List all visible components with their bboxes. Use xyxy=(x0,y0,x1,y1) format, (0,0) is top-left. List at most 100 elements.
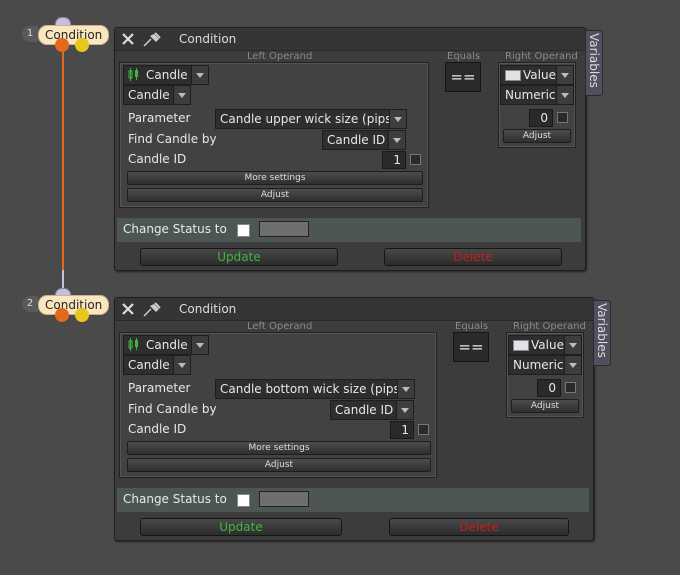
change-status-label: Change Status to xyxy=(123,492,227,506)
left-type-value: Candle xyxy=(128,358,170,372)
chevron-down-icon[interactable] xyxy=(173,356,190,374)
right-source-value: Value xyxy=(531,338,564,352)
delete-button[interactable]: Delete xyxy=(384,248,562,266)
chevron-down-icon[interactable] xyxy=(396,401,413,419)
parameter-dropdown[interactable]: Candle bottom wick size (pips) xyxy=(215,379,415,399)
candle-id-label: Candle ID xyxy=(128,422,187,436)
node-2-number: 2 xyxy=(22,296,38,312)
variables-tab[interactable]: Variables xyxy=(593,300,611,366)
panel-title: Condition xyxy=(179,32,237,46)
chevron-down-icon[interactable] xyxy=(564,356,581,374)
candle-id-label: Candle ID xyxy=(128,152,187,166)
right-value-checkbox[interactable] xyxy=(557,112,568,123)
candle-id-checkbox[interactable] xyxy=(418,424,429,435)
chevron-down-icon[interactable] xyxy=(397,380,414,398)
find-candle-label: Find Candle by xyxy=(128,402,217,416)
left-source-value: Candle xyxy=(146,338,188,352)
candle-icon xyxy=(128,338,138,351)
connector-line xyxy=(62,40,64,294)
left-source-value: Candle xyxy=(146,68,188,82)
parameter-label: Parameter xyxy=(128,111,191,125)
chevron-down-icon[interactable] xyxy=(388,131,405,149)
change-status-checkbox[interactable] xyxy=(237,224,250,237)
panel-2-titlebar[interactable]: Condition xyxy=(115,298,593,321)
variables-tab-label: Variables xyxy=(595,303,609,358)
value-icon xyxy=(505,70,521,81)
chevron-down-icon[interactable] xyxy=(556,86,573,104)
variables-tab[interactable]: Variables xyxy=(585,30,603,96)
chevron-down-icon[interactable] xyxy=(556,66,573,84)
node-1-true-dot[interactable] xyxy=(55,38,69,52)
right-adjust-button[interactable]: Adjust xyxy=(511,399,579,413)
right-operand-heading: Right Operand xyxy=(505,51,578,62)
left-source-dropdown[interactable]: Candle xyxy=(123,335,209,355)
left-source-dropdown[interactable]: Candle xyxy=(123,65,209,85)
node-2-false-dot[interactable] xyxy=(75,308,89,322)
right-type-value: Numeric xyxy=(513,358,564,372)
right-source-dropdown[interactable]: Value xyxy=(508,335,582,355)
left-type-dropdown[interactable]: Candle xyxy=(123,85,191,105)
update-button[interactable]: Update xyxy=(140,248,338,266)
right-value-input[interactable]: 0 xyxy=(537,379,561,397)
left-operand-heading: Left Operand xyxy=(247,51,313,62)
left-adjust-button[interactable]: Adjust xyxy=(127,458,431,472)
update-button[interactable]: Update xyxy=(140,518,342,536)
condition-panel-1: Condition Left Operand Candle Candle Par… xyxy=(114,27,586,271)
right-value-checkbox[interactable] xyxy=(565,382,576,393)
chevron-down-icon[interactable] xyxy=(389,110,406,128)
parameter-value: Candle upper wick size (pips) xyxy=(220,112,397,126)
operator-button[interactable]: == xyxy=(453,332,489,362)
find-candle-label: Find Candle by xyxy=(128,132,217,146)
pin-icon[interactable] xyxy=(141,300,163,318)
close-icon[interactable] xyxy=(121,32,135,46)
chevron-down-icon[interactable] xyxy=(173,86,190,104)
panel-1-titlebar[interactable]: Condition xyxy=(115,28,585,51)
right-value-input[interactable]: 0 xyxy=(529,109,553,127)
change-status-label: Change Status to xyxy=(123,222,227,236)
node-1-false-dot[interactable] xyxy=(75,38,89,52)
close-icon[interactable] xyxy=(121,302,135,316)
right-operand-box: Value Numeric 0 Adjust xyxy=(498,62,576,148)
right-type-dropdown[interactable]: Numeric xyxy=(508,355,582,375)
operator-button[interactable]: == xyxy=(445,62,481,92)
parameter-label: Parameter xyxy=(128,381,191,395)
status-color-swatch[interactable] xyxy=(259,221,309,237)
chevron-down-icon[interactable] xyxy=(191,66,208,84)
candle-icon xyxy=(128,68,138,81)
right-type-value: Numeric xyxy=(505,88,556,102)
more-settings-button[interactable]: More settings xyxy=(127,441,431,455)
equals-heading: Equals xyxy=(455,321,489,332)
right-adjust-button[interactable]: Adjust xyxy=(503,129,571,143)
node-1-number: 1 xyxy=(22,26,38,42)
left-type-value: Candle xyxy=(128,88,170,102)
candle-id-input[interactable]: 1 xyxy=(382,151,406,169)
find-candle-value: Candle ID xyxy=(335,403,394,417)
right-type-dropdown[interactable]: Numeric xyxy=(500,85,574,105)
right-source-value: Value xyxy=(523,68,556,82)
node-1-label[interactable]: Condition xyxy=(38,25,110,45)
more-settings-button[interactable]: More settings xyxy=(127,171,423,185)
status-color-swatch[interactable] xyxy=(259,491,309,507)
change-status-row: Change Status to xyxy=(117,218,581,242)
chevron-down-icon[interactable] xyxy=(191,336,208,354)
left-operand-heading: Left Operand xyxy=(247,321,313,332)
change-status-checkbox[interactable] xyxy=(237,494,250,507)
node-2-true-dot[interactable] xyxy=(55,308,69,322)
node-2-label[interactable]: Condition xyxy=(38,295,110,315)
left-adjust-button[interactable]: Adjust xyxy=(127,188,423,202)
pin-icon[interactable] xyxy=(141,30,163,48)
panel-title: Condition xyxy=(179,302,237,316)
find-candle-dropdown[interactable]: Candle ID xyxy=(330,400,414,420)
find-candle-dropdown[interactable]: Candle ID xyxy=(322,130,406,150)
delete-button[interactable]: Delete xyxy=(389,518,569,536)
left-type-dropdown[interactable]: Candle xyxy=(123,355,191,375)
candle-id-checkbox[interactable] xyxy=(410,154,421,165)
chevron-down-icon[interactable] xyxy=(564,336,581,354)
right-source-dropdown[interactable]: Value xyxy=(500,65,574,85)
change-status-row: Change Status to xyxy=(117,488,589,512)
equals-heading: Equals xyxy=(447,51,481,62)
parameter-dropdown[interactable]: Candle upper wick size (pips) xyxy=(215,109,407,129)
right-operand-box: Value Numeric 0 Adjust xyxy=(506,332,584,418)
parameter-value: Candle bottom wick size (pips) xyxy=(220,382,405,396)
candle-id-input[interactable]: 1 xyxy=(390,421,414,439)
